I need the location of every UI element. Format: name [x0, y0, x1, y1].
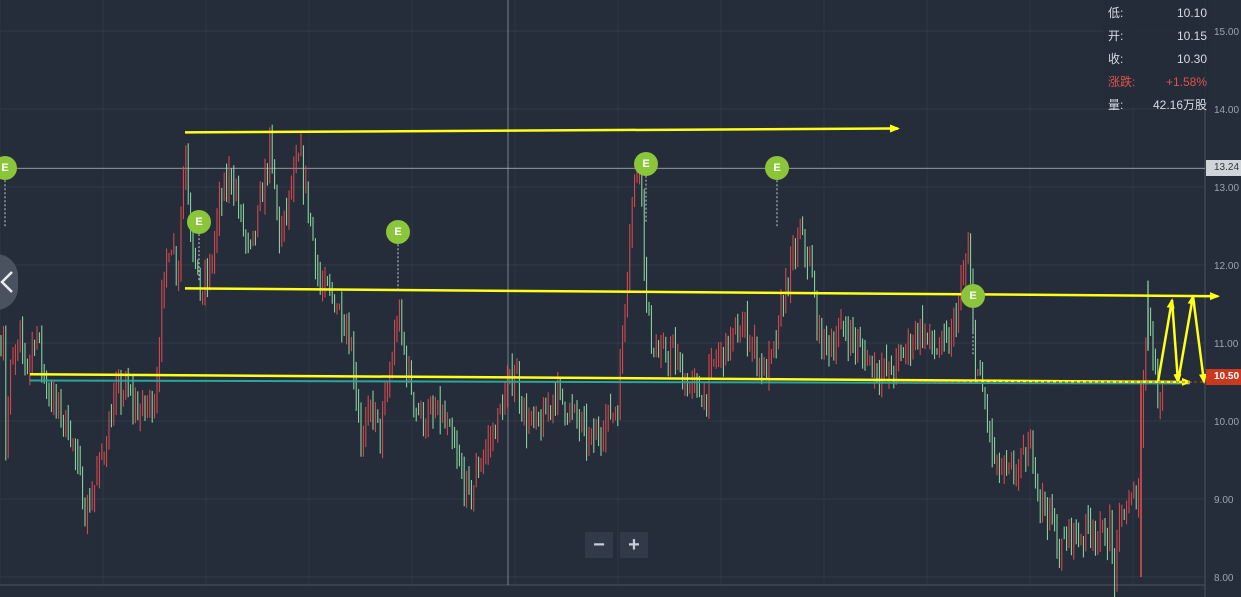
event-marker-e[interactable]: E: [634, 151, 658, 176]
low-row: 低: 10.10: [1103, 3, 1211, 23]
y-tick-label: 15.00: [1214, 27, 1239, 38]
event-marker-e[interactable]: E: [961, 284, 985, 309]
low-value: 10.10: [1176, 6, 1207, 20]
close-row: 收: 10.30: [1103, 49, 1211, 69]
close-value: 10.30: [1176, 52, 1207, 66]
y-tick-label: 10.00: [1214, 417, 1239, 428]
y-tick-label: 14.00: [1214, 105, 1239, 116]
event-marker-e[interactable]: E: [187, 210, 211, 235]
zigzag-arrow-segment: [1170, 300, 1182, 384]
y-tick-label: 12.00: [1214, 261, 1239, 272]
y-tick-label: 8.00: [1214, 573, 1234, 584]
current-price-label: 10.50: [1206, 369, 1241, 385]
y-tick-label: 9.00: [1214, 495, 1234, 506]
zigzag-arrow-segment: [1156, 298, 1175, 383]
trend-line: [184, 124, 900, 134]
change-value: +1.58%: [1165, 75, 1207, 89]
open-row: 开: 10.15: [1103, 26, 1211, 46]
y-tick-label: 11.00: [1214, 339, 1239, 350]
quote-info-panel: 低: 10.10 开: 10.15 收: 10.30 涨跌: +1.58% 量: 42.1…: [1103, 0, 1211, 112]
trend-line: [184, 287, 1220, 301]
change-row: 涨跌: +1.58%: [1103, 72, 1211, 92]
zoom-in-button[interactable]: +: [620, 532, 648, 558]
zoom-out-button[interactable]: −: [585, 532, 613, 558]
y-tick-label: 13.00: [1214, 183, 1239, 194]
zigzag-arrow-segment: [1176, 294, 1196, 383]
chevron-left-icon: [0, 271, 13, 293]
volume-row: 量: 42.16万股: [1103, 95, 1211, 115]
crosshair-price-label: 13.24: [1206, 160, 1241, 176]
volume-value: 42.16万股: [1152, 98, 1207, 112]
price-chart[interactable]: 8.00 9.00 10.00 11.00 12.00 13.00 14.00 15.00: [0, 0, 1241, 597]
zigzag-arrow-segment: [1191, 296, 1207, 384]
open-value: 10.15: [1176, 29, 1207, 43]
